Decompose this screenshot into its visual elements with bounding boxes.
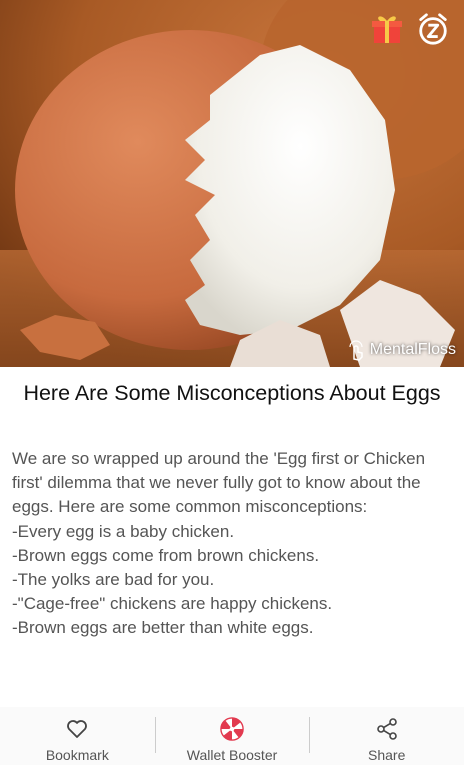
bottom-action-bar: Bookmark Wallet Booster Share — [0, 707, 464, 765]
egg-photo — [0, 0, 464, 367]
bookmark-button[interactable]: Bookmark — [0, 707, 155, 765]
bookmark-label: Bookmark — [45, 747, 109, 763]
gift-icon[interactable] — [370, 12, 404, 46]
share-label: Share — [368, 747, 406, 763]
tap-hand-icon — [349, 340, 363, 361]
snooze-alarm-icon[interactable] — [416, 12, 450, 46]
wallet-booster-button[interactable]: Wallet Booster — [154, 707, 310, 765]
pinwheel-icon — [220, 717, 244, 741]
article-title: Here Are Some Misconceptions About Eggs — [23, 381, 441, 405]
wallet-booster-label: Wallet Booster — [186, 747, 278, 763]
share-icon — [375, 717, 399, 741]
image-source-credit: MentalFloss — [346, 339, 456, 361]
source-label: MentalFloss — [369, 341, 456, 358]
heart-icon — [65, 717, 89, 741]
article-hero-image: MentalFloss — [0, 0, 464, 367]
share-button[interactable]: Share — [309, 707, 464, 765]
article-body: We are so wrapped up around the 'Egg fir… — [12, 449, 426, 638]
